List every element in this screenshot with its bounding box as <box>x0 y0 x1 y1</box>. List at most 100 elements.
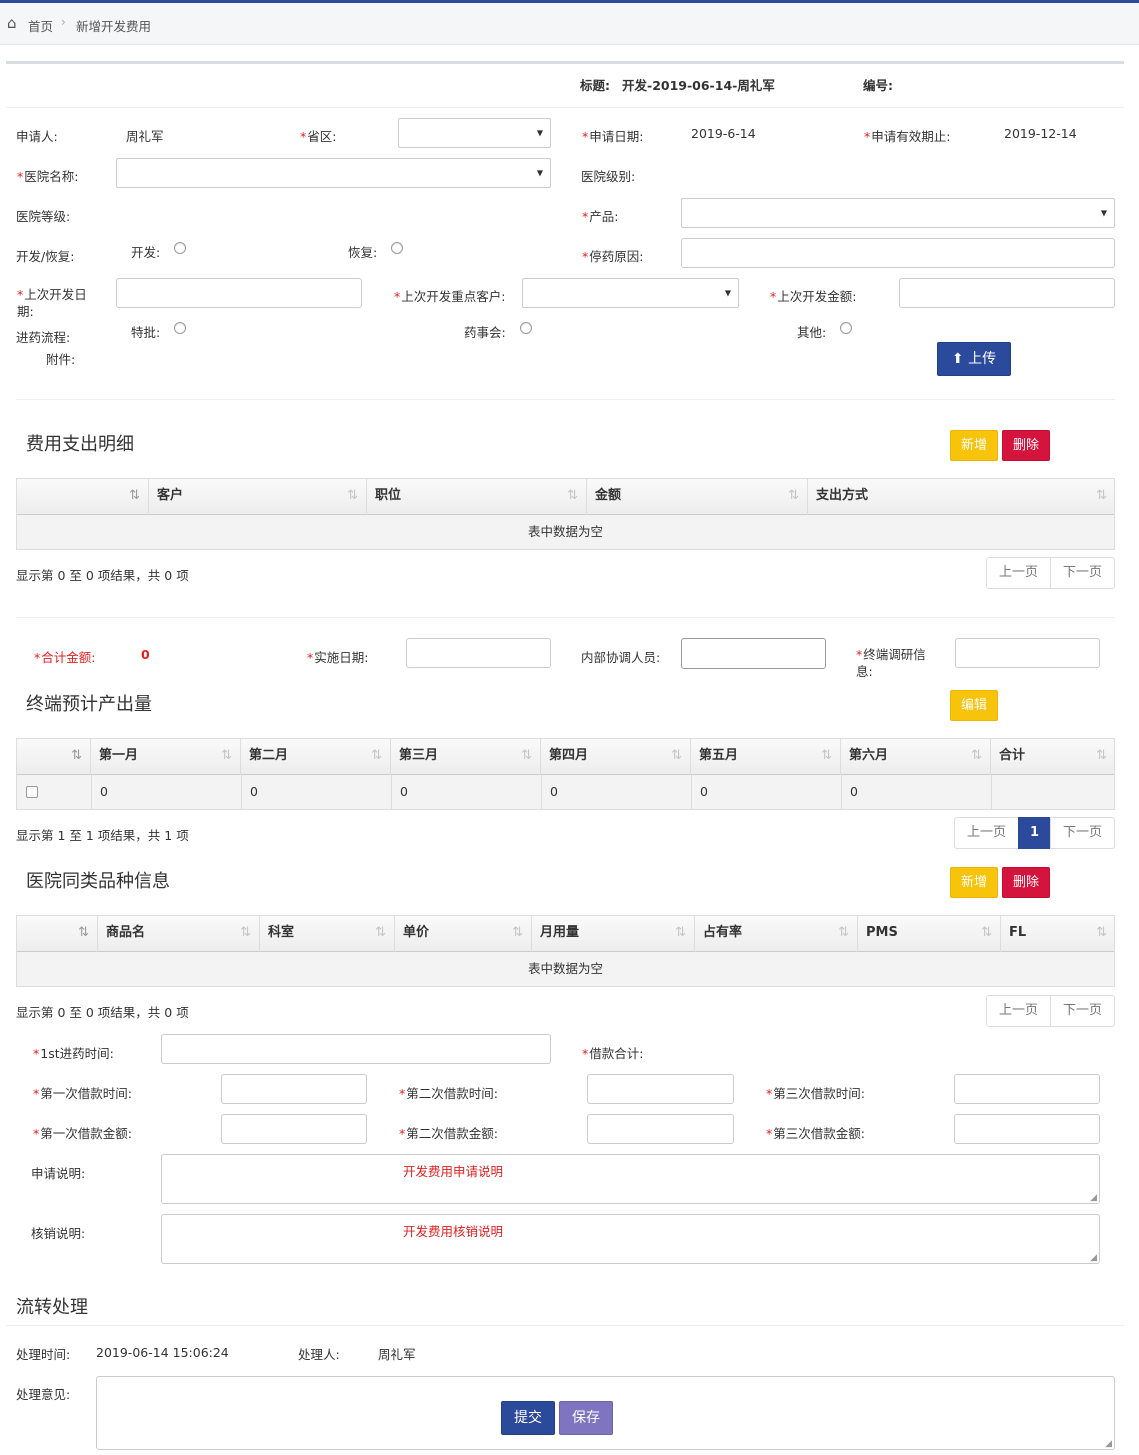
coordinator-input[interactable] <box>681 638 826 669</box>
restore-radio[interactable] <box>391 242 403 254</box>
table-row[interactable]: 0 0 0 0 0 0 <box>17 775 1114 809</box>
handler-label: 处理人: <box>298 1347 340 1362</box>
province-select[interactable] <box>398 118 551 148</box>
last-key-customer-label: *上次开发重点客户: <box>394 289 506 304</box>
row-checkbox[interactable] <box>26 786 38 798</box>
loan2-amount-input[interactable] <box>587 1114 734 1144</box>
pharmacy-radio[interactable] <box>520 322 532 334</box>
apply-note-label: 申请说明: <box>31 1166 86 1181</box>
table-cell: 0 <box>691 775 841 809</box>
column-header[interactable]: 客户 <box>149 479 367 515</box>
upload-button[interactable]: ⬆ 上传 <box>937 342 1011 376</box>
expense-table-info: 显示第 0 至 0 项结果，共 0 项 <box>16 568 189 583</box>
resize-handle-icon[interactable]: ◢ <box>1090 1193 1097 1203</box>
valid-until-value: 2019-12-14 <box>1004 126 1077 141</box>
loan3-time-label: *第三次借款时间: <box>766 1086 865 1101</box>
last-dev-amount-input[interactable] <box>899 278 1115 308</box>
resize-handle-icon[interactable]: ◢ <box>1090 1253 1097 1263</box>
loan1-time-input[interactable] <box>221 1074 367 1104</box>
column-header[interactable]: 第三月 <box>391 739 541 775</box>
similar-title: 医院同类品种信息 <box>26 871 170 892</box>
output-table-info: 显示第 1 至 1 项结果，共 1 项 <box>16 828 189 843</box>
prev-page-button[interactable]: 上一页 <box>986 557 1051 589</box>
column-header[interactable]: 占有率 <box>695 916 858 952</box>
dev-radio[interactable] <box>174 242 186 254</box>
similar-table: 商品名 科室 单价 月用量 占有率 PMS FL 表中数据为空 <box>16 915 1115 987</box>
column-header[interactable]: 科室 <box>260 916 395 952</box>
pharmacy-label: 药事会: <box>464 325 506 340</box>
handler-value: 周礼军 <box>378 1347 416 1362</box>
verify-note-textarea[interactable]: 开发费用核销说明 ◢ <box>161 1214 1100 1264</box>
column-header[interactable]: 第二月 <box>241 739 391 775</box>
home-icon[interactable]: ⌂ <box>7 14 17 32</box>
hospital-name-select[interactable] <box>116 158 551 188</box>
select-column-header[interactable] <box>17 916 98 952</box>
column-header[interactable]: FL <box>1001 916 1115 952</box>
select-column-header[interactable] <box>17 739 91 775</box>
column-header[interactable]: 职位 <box>367 479 587 515</box>
province-label: *省区: <box>300 129 337 144</box>
page-1-button[interactable]: 1 <box>1018 817 1051 849</box>
first-time-input[interactable] <box>161 1034 551 1064</box>
loan2-time-input[interactable] <box>587 1074 734 1104</box>
next-page-button[interactable]: 下一页 <box>1050 817 1115 849</box>
hospital-grade-label: 医院等级: <box>16 209 71 224</box>
product-select[interactable] <box>681 198 1115 228</box>
select-column-header[interactable] <box>17 479 149 515</box>
table-cell: 0 <box>541 775 691 809</box>
other-radio[interactable] <box>840 322 852 334</box>
loan1-amount-label: *第一次借款金额: <box>33 1126 132 1141</box>
empty-table-message: 表中数据为空 <box>17 515 1114 549</box>
loan3-amount-input[interactable] <box>954 1114 1100 1144</box>
apply-note-textarea[interactable]: 开发费用申请说明 ◢ <box>161 1154 1100 1204</box>
last-dev-amount-label: *上次开发金额: <box>770 289 857 304</box>
expense-delete-button[interactable]: 删除 <box>1002 430 1050 461</box>
breadcrumb-home[interactable]: 首页 <box>28 16 53 35</box>
expense-add-button[interactable]: 新增 <box>950 430 998 461</box>
prev-page-button[interactable]: 上一页 <box>986 995 1051 1027</box>
loan1-amount-input[interactable] <box>221 1114 367 1144</box>
column-header[interactable]: 支出方式 <box>808 479 1115 515</box>
next-page-button[interactable]: 下一页 <box>1050 557 1115 589</box>
column-header[interactable]: PMS <box>858 916 1001 952</box>
prev-page-button[interactable]: 上一页 <box>954 817 1019 849</box>
output-edit-button[interactable]: 编辑 <box>950 690 998 721</box>
column-header[interactable]: 第五月 <box>691 739 841 775</box>
chevron-right-icon: › <box>61 15 66 29</box>
column-header[interactable]: 第一月 <box>91 739 241 775</box>
other-label: 其他: <box>797 325 827 340</box>
similar-add-button[interactable]: 新增 <box>950 867 998 898</box>
submit-button[interactable]: 提交 <box>501 1401 555 1435</box>
output-title: 终端预计产出量 <box>26 694 152 715</box>
column-header[interactable]: 单价 <box>395 916 532 952</box>
last-dev-date-input[interactable] <box>116 278 362 308</box>
restore-label: 恢复: <box>348 245 378 260</box>
last-key-customer-select[interactable] <box>522 278 739 308</box>
save-button[interactable]: 保存 <box>559 1401 613 1435</box>
expense-table: 客户 职位 金额 支出方式 表中数据为空 <box>16 478 1115 550</box>
next-page-button[interactable]: 下一页 <box>1050 995 1115 1027</box>
column-header[interactable]: 合计 <box>991 739 1115 775</box>
loan2-time-label: *第二次借款时间: <box>399 1086 498 1101</box>
column-header[interactable]: 月用量 <box>532 916 695 952</box>
loan3-time-input[interactable] <box>954 1074 1100 1104</box>
column-header[interactable]: 商品名 <box>98 916 260 952</box>
resize-handle-icon[interactable]: ◢ <box>1105 1439 1112 1449</box>
applicant-label: 申请人: <box>16 129 58 144</box>
number-label: 编号: <box>863 78 893 93</box>
valid-until-label: *申请有效期止: <box>864 129 951 144</box>
expense-title: 费用支出明细 <box>26 434 134 455</box>
special-radio[interactable] <box>174 322 186 334</box>
stop-reason-input[interactable] <box>681 238 1115 268</box>
last-dev-date-label: *上次开发日期: <box>17 287 87 319</box>
column-header[interactable]: 第六月 <box>841 739 991 775</box>
impl-date-input[interactable] <box>406 638 551 668</box>
process-time-value: 2019-06-14 15:06:24 <box>96 1345 229 1360</box>
column-header[interactable]: 第四月 <box>541 739 691 775</box>
similar-delete-button[interactable]: 删除 <box>1002 867 1050 898</box>
apply-note-placeholder: 开发费用申请说明 <box>403 1164 504 1179</box>
terminal-info-input[interactable] <box>955 638 1100 668</box>
column-header[interactable]: 金额 <box>587 479 808 515</box>
loan3-amount-label: *第三次借款金额: <box>766 1126 865 1141</box>
table-cell: 0 <box>91 775 241 809</box>
